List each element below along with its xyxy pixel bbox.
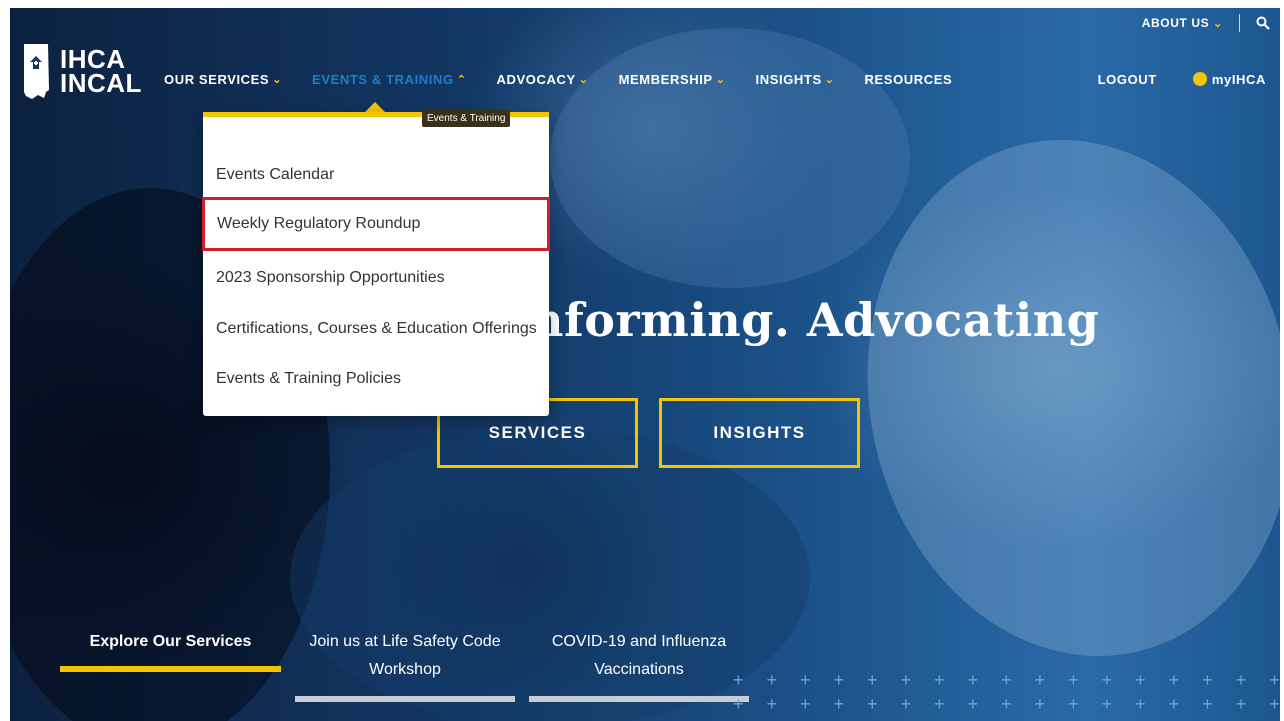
user-icon: [1192, 72, 1207, 86]
slider-tab-covid-vaccinations[interactable]: COVID-19 and Influenza Vaccinations: [529, 628, 749, 684]
insights-button[interactable]: INSIGHTS: [659, 398, 860, 468]
slider-tab-indicator: [295, 696, 515, 702]
events-training-dropdown: Events Calendar Weekly Regulatory Roundu…: [202, 112, 550, 416]
main-nav: OUR SERVICES ⌄ EVENTS & TRAINING ⌃ ADVOCAC…: [164, 72, 982, 87]
nav-label: INSIGHTS: [755, 72, 822, 87]
nav-insights[interactable]: INSIGHTS ⌄: [756, 72, 835, 87]
menu-item-weekly-regulatory-roundup[interactable]: Weekly Regulatory Roundup: [202, 197, 550, 251]
decorative-plus-pattern: + + + + + + + + + + + + + + + + + + + + …: [733, 670, 1280, 714]
nav-membership[interactable]: MEMBERSHIP ⌄: [619, 72, 726, 87]
nav-label: ADVOCACY: [496, 72, 576, 87]
utility-bar: ABOUT US ⌄: [1142, 14, 1270, 32]
tooltip: Events & Training: [422, 110, 511, 127]
menu-item-sponsorship-opportunities[interactable]: 2023 Sponsorship Opportunities: [203, 263, 549, 293]
hero-section: IHCA INCAL ABOUT US ⌄ OUR SERVICES ⌄ EVEN…: [10, 8, 1280, 721]
about-us-link[interactable]: ABOUT US ⌄: [1142, 16, 1223, 30]
about-us-label: ABOUT US: [1141, 16, 1210, 30]
nav-events-training[interactable]: EVENTS & TRAINING ⌃: [312, 72, 466, 87]
slider-tab-indicator-active: [60, 666, 281, 672]
hero-photo-cap: [550, 28, 910, 288]
site-logo[interactable]: IHCA INCAL: [22, 42, 142, 100]
nav-label: MEMBERSHIP: [618, 72, 713, 87]
logo-line-2: INCAL: [60, 68, 142, 98]
logout-link[interactable]: LOGOUT: [1098, 72, 1157, 87]
slider-tab-indicator: [529, 696, 749, 702]
nav-label: EVENTS & TRAINING: [312, 72, 454, 87]
nav-resources[interactable]: RESOURCES: [865, 72, 953, 87]
chevron-down-icon: ⌄: [272, 74, 283, 86]
slider-tab-explore-services[interactable]: Explore Our Services: [60, 628, 281, 656]
chevron-down-icon: ⌄: [1213, 18, 1223, 30]
indiana-state-icon: [24, 44, 49, 99]
menu-item-events-training-policies[interactable]: Events & Training Policies: [203, 364, 549, 394]
nav-label: OUR SERVICES: [164, 72, 270, 87]
hero-title: nforming. Advocating: [530, 293, 1100, 347]
slider-tab-life-safety-workshop[interactable]: Join us at Life Safety Code Workshop: [295, 628, 515, 684]
myihca-link[interactable]: myIHCA: [1192, 72, 1266, 87]
nav-advocacy[interactable]: ADVOCACY ⌄: [497, 72, 589, 87]
nav-label: RESOURCES: [864, 72, 953, 87]
chevron-down-icon: ⌄: [715, 74, 726, 86]
menu-item-events-calendar[interactable]: Events Calendar: [203, 160, 549, 190]
chevron-down-icon: ⌄: [824, 74, 835, 86]
nav-our-services[interactable]: OUR SERVICES ⌄: [164, 72, 282, 87]
utility-divider: [1239, 14, 1240, 32]
search-icon[interactable]: [1256, 16, 1270, 30]
myihca-label: myIHCA: [1211, 72, 1266, 87]
account-nav: LOGOUT myIHCA: [1098, 72, 1266, 87]
menu-item-certifications-courses[interactable]: Certifications, Courses & Education Offe…: [203, 314, 549, 344]
chevron-down-icon: ⌄: [578, 74, 589, 86]
chevron-up-icon: ⌃: [456, 74, 467, 86]
